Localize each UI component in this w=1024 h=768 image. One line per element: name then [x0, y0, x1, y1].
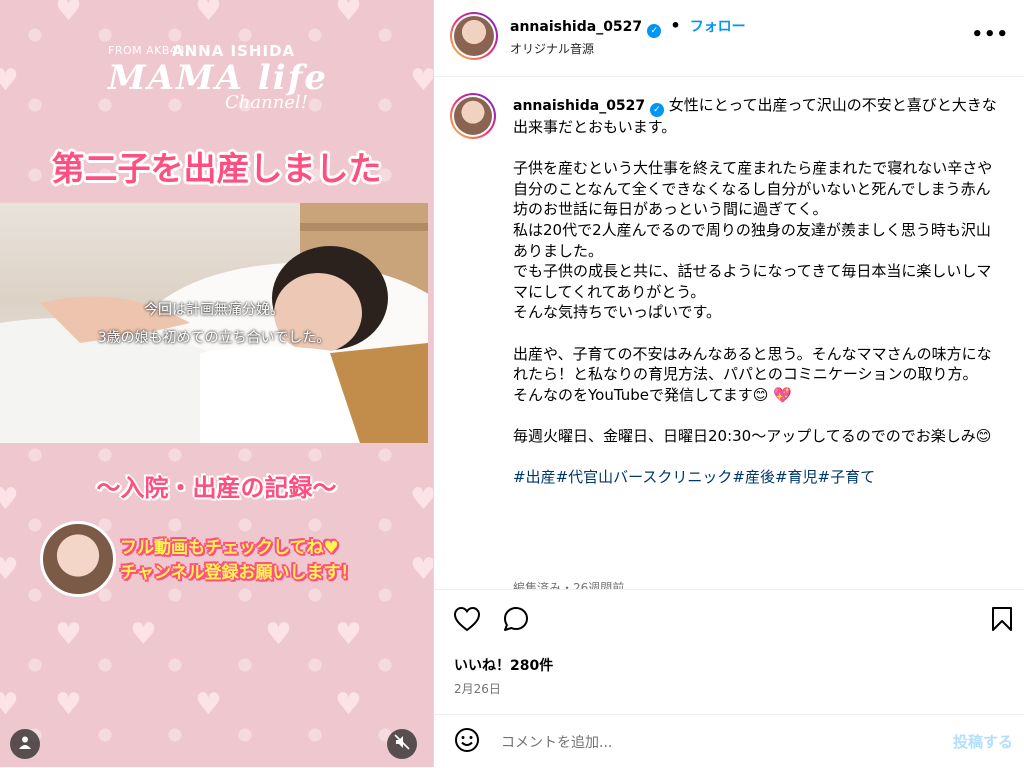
comment-bubble-icon	[503, 606, 529, 636]
action-bar: いいね！280件 2月26日	[434, 589, 1024, 715]
hospital-scene-illustration	[0, 203, 428, 443]
likes-count[interactable]: いいね！280件	[454, 655, 553, 675]
save-button[interactable]	[987, 606, 1017, 636]
host-portrait	[40, 521, 116, 597]
header-username[interactable]: annaishida_0527	[510, 19, 642, 35]
reel-media[interactable]: ♥ ♥ ♥ ♥ ♥ ♥ ♥ ♥ ♥ ♥ ♥ ♥ ♥ ♥ ♥ ♥ ♥ FROM A…	[0, 0, 433, 767]
user-icon	[18, 735, 32, 753]
header-avatar[interactable]	[450, 12, 498, 60]
post-panel: annaishida_0527 ✓ • フォロー オリジナル音源 ••• ann…	[433, 0, 1024, 767]
caption-paragraph: 私は20代で2人産んでるので周りの独身の友達が羨ましく思う時も沢山ありました。	[513, 220, 991, 260]
caption-username[interactable]: annaishida_0527	[513, 98, 645, 114]
like-button[interactable]	[452, 606, 482, 636]
muted-speaker-icon	[394, 734, 410, 754]
bookmark-icon	[991, 606, 1013, 636]
comment-input[interactable]: コメントを追加...	[501, 732, 612, 752]
audio-link[interactable]: オリジナル音源	[510, 40, 594, 57]
record-title: 〜入院・出産の記録〜	[96, 474, 337, 502]
separator-dot: •	[670, 16, 681, 35]
cta-line-1: フル動画もチェックしてね♥	[120, 538, 339, 558]
smiley-icon	[454, 727, 480, 757]
verified-icon: ✓	[647, 24, 662, 38]
comment-button[interactable]	[501, 606, 531, 636]
video-headline: 第二子を出産しました	[51, 149, 382, 188]
more-options-icon[interactable]: •••	[971, 24, 1009, 45]
caption-paragraph: 毎週火曜日、金曜日、日曜日20:30〜アップしてるのでのでお楽しみ😊	[513, 426, 992, 445]
video-photo: 今回は計画無痛分娩。 3歳の娘も初めての立ち合いでした。	[0, 203, 428, 443]
cta-line-2: チャンネル登録お願いします！	[120, 563, 358, 583]
caption-paragraph: でも子供の成長と共に、話せるようになってきて毎日本当に楽しいしママにしてくれてあ…	[513, 262, 992, 301]
caption-paragraph: 出産や、子育ての不安はみんなあると思う。そんなママさんの味方になれたら！と私なり…	[513, 344, 992, 384]
header-user-row: annaishida_0527 ✓ • フォロー	[510, 16, 746, 38]
hashtag-links[interactable]: #出産#代官山バースクリニック#産後#育児#子育て	[513, 467, 997, 488]
post-header: annaishida_0527 ✓ • フォロー オリジナル音源 •••	[434, 0, 1024, 77]
caption-text: annaishida_0527 ✓ 女性にとって出産って沢山の不安と喜びと大きな…	[513, 95, 997, 488]
heart-icon	[453, 606, 481, 636]
caption-avatar[interactable]	[450, 93, 496, 139]
post-date[interactable]: 2月26日	[454, 680, 501, 697]
follow-button[interactable]: フォロー	[690, 19, 746, 35]
verified-icon: ✓	[649, 103, 664, 117]
tagged-user-button[interactable]	[10, 729, 40, 759]
caption-paragraph: そんなのをYouTubeで発信してます😊 💖	[513, 385, 792, 404]
post-comment-button[interactable]: 投稿する	[953, 731, 1013, 752]
brand-script: Channel!	[225, 92, 308, 113]
caption-meta: 編集済み・26週間前	[513, 581, 625, 589]
caption-paragraph: 子供を産むという大仕事を終えて産まれたら産まれたで寝れない辛さや自分のことなんて…	[513, 159, 993, 219]
subtitle-line-2: 3歳の娘も初めての立ち合いでした。	[97, 330, 331, 346]
caption-scroll-area[interactable]: annaishida_0527 ✓ 女性にとって出産って沢山の不安と喜びと大きな…	[434, 77, 1024, 589]
comment-bar: コメントを追加... 投稿する	[434, 714, 1024, 768]
emoji-button[interactable]	[452, 727, 482, 757]
subtitle-line-1: 今回は計画無痛分娩。	[144, 302, 284, 318]
caption-paragraph: そんな気持ちでいっぱいです。	[513, 303, 722, 322]
mute-button[interactable]	[387, 729, 417, 759]
